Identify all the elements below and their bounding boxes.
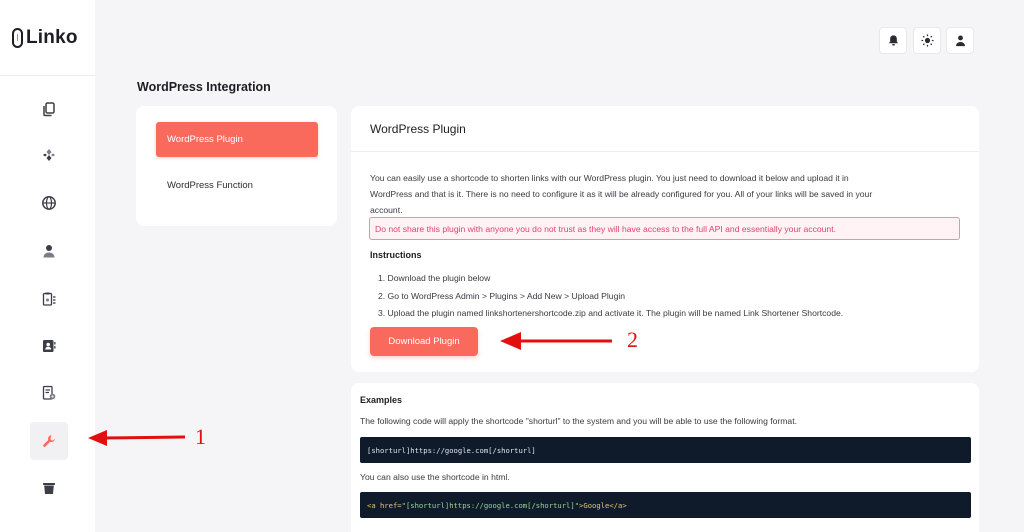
user-icon — [43, 245, 55, 258]
list-item: 3. Upload the plugin named linkshortener… — [378, 308, 844, 318]
sidebar-item-domains[interactable] — [30, 184, 68, 222]
sidebar-item-documents[interactable] — [30, 374, 68, 412]
document-settings-icon — [42, 385, 56, 400]
menu-item-wordpress-plugin[interactable]: WordPress Plugin — [156, 122, 318, 157]
integration-menu: WordPress Plugin WordPress Function — [136, 106, 337, 226]
instructions-title: Instructions — [370, 250, 422, 260]
code-token: <a href= — [367, 500, 402, 510]
code-token: "[shorturl]https://google.com[/shorturl]… — [401, 500, 580, 510]
sidebar-item-reports[interactable] — [30, 280, 68, 318]
code-block[interactable]: [shorturl]https://google.com[/shorturl] — [360, 437, 971, 463]
description-line: account. — [370, 205, 403, 215]
sidebar-item-users[interactable] — [30, 232, 68, 270]
sidebar-divider — [0, 75, 95, 76]
annotation-label-1: 1 — [195, 424, 206, 449]
sidebar-item-tools[interactable] — [30, 422, 68, 460]
annotation-arrow-2 — [500, 332, 612, 350]
copy-icon — [43, 102, 55, 117]
examples-text: The following code will apply the shortc… — [360, 416, 797, 426]
logo-text: Linko — [26, 27, 78, 48]
examples-title: Examples — [360, 395, 403, 405]
download-plugin-button[interactable]: Download Plugin — [370, 327, 478, 356]
contact-card-icon — [43, 340, 56, 352]
code-token: >Google</a> — [579, 500, 627, 510]
description-line: WordPress and that is it. There is no ne… — [370, 189, 873, 199]
warning-alert: Do not share this plugin with anyone you… — [369, 217, 960, 240]
menu-item-wordpress-function[interactable]: WordPress Function — [156, 168, 318, 203]
logo-mark-icon — [12, 28, 23, 48]
instructions-list: 1. Download the plugin below 2. Go to Wo… — [378, 270, 843, 323]
theme-toggle-button[interactable] — [913, 27, 941, 54]
wrench-icon — [43, 435, 55, 447]
sidebar: Linko — [0, 0, 95, 532]
account-button[interactable] — [946, 27, 974, 54]
description-line: You can easily use a shortcode to shorte… — [370, 173, 849, 183]
user-icon — [955, 35, 965, 47]
annotation-label-2: 2 — [627, 327, 638, 352]
examples-card: Examples The following code will apply t… — [351, 383, 979, 532]
list-item: 1. Download the plugin below — [378, 273, 491, 283]
plugin-description: You can easily use a shortcode to shorte… — [370, 170, 960, 218]
trash-icon — [43, 483, 55, 494]
sidebar-item-contacts[interactable] — [30, 327, 68, 365]
page-title: WordPress Integration — [137, 80, 271, 94]
globe-icon — [42, 196, 56, 210]
plugin-card: WordPress Plugin You can easily use a sh… — [351, 106, 979, 372]
annotation-arrow-1 — [88, 430, 186, 446]
puzzle-icon — [43, 149, 55, 161]
examples-text: You can also use the shortcode in html. — [360, 472, 510, 482]
divider — [351, 151, 979, 152]
sidebar-item-copy[interactable] — [30, 90, 68, 128]
plugin-card-title: WordPress Plugin — [370, 122, 466, 136]
logo[interactable]: Linko — [12, 26, 78, 50]
notifications-button[interactable] — [879, 27, 907, 54]
clipboard-list-icon — [42, 292, 56, 306]
sidebar-item-trash[interactable] — [30, 469, 68, 507]
sun-icon — [920, 34, 934, 47]
sidebar-item-integrations[interactable] — [30, 136, 68, 174]
bell-icon — [888, 35, 898, 46]
list-item: 2. Go to WordPress Admin > Plugins > Add… — [378, 290, 626, 301]
code-block-html[interactable]: <a href= "[shorturl]https://google.com[/s… — [360, 492, 971, 518]
